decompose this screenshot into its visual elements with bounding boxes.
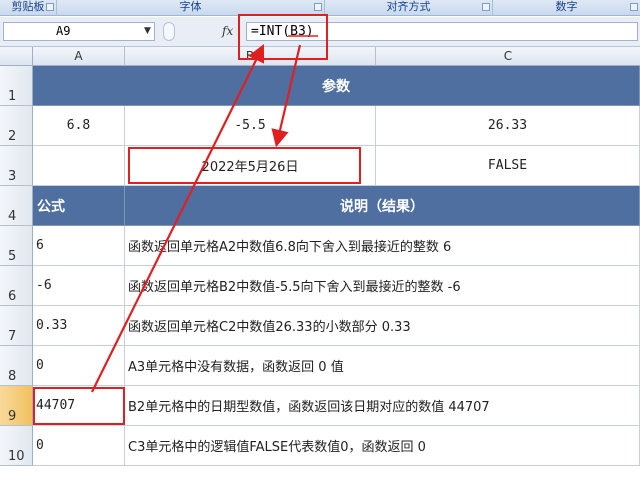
clipboard-dialog-launcher-icon[interactable] xyxy=(46,3,54,11)
cell-a9[interactable]: 44707 xyxy=(33,386,125,426)
row-header-10[interactable]: 10 xyxy=(0,426,33,466)
name-box-dropdown-icon[interactable]: ▼ xyxy=(144,26,151,36)
cell-a3[interactable] xyxy=(33,146,125,186)
description-header-cell[interactable]: 说明（结果） xyxy=(125,186,640,226)
alignment-dialog-launcher-icon[interactable] xyxy=(482,3,490,11)
cell-b2[interactable]: -5.5 xyxy=(125,106,376,146)
select-all-corner[interactable] xyxy=(0,47,33,66)
cell-a8[interactable]: 0 xyxy=(33,346,125,386)
cell-c2[interactable]: 26.33 xyxy=(376,106,640,146)
formula-bar: A9 ▼ fx =INT(B3) xyxy=(0,17,640,47)
ribbon-group-font: 字体 xyxy=(57,0,325,16)
name-box[interactable]: A9 xyxy=(3,22,155,41)
row-header-8[interactable]: 8 xyxy=(0,346,33,386)
font-dialog-launcher-icon[interactable] xyxy=(314,3,322,11)
number-dialog-launcher-icon[interactable] xyxy=(630,3,638,11)
column-header-b[interactable]: B xyxy=(125,47,376,66)
ribbon-group-alignment-label: 对齐方式 xyxy=(386,0,431,13)
cell-b7-description[interactable]: 函数返回单元格C2中数值26.33的小数部分 0.33 xyxy=(125,306,640,346)
formula-input[interactable]: =INT(B3) xyxy=(246,22,638,41)
cell-b6-description[interactable]: 函数返回单元格B2中数值-5.5向下舍入到最接近的整数 -6 xyxy=(125,266,640,306)
ribbon-group-clipboard: 剪贴板 xyxy=(0,0,57,16)
cell-b9-description[interactable]: B2单元格中的日期型数值，函数返回该日期对应的数值 44707 xyxy=(125,386,640,426)
ribbon-group-alignment: 对齐方式 xyxy=(325,0,493,16)
cell-a5[interactable]: 6 xyxy=(33,226,125,266)
insert-function-icon[interactable]: fx xyxy=(222,24,233,38)
ribbon-group-labels: 剪贴板 字体 对齐方式 数字 xyxy=(0,0,640,16)
cell-b5-description[interactable]: 函数返回单元格A2中数值6.8向下舍入到最接近的整数 6 xyxy=(125,226,640,266)
row-header-4[interactable]: 4 xyxy=(0,186,33,226)
cell-b10-description[interactable]: C3单元格中的逻辑值FALSE代表数值0，函数返回 0 xyxy=(125,426,640,466)
cell-a6[interactable]: -6 xyxy=(33,266,125,306)
row-header-6[interactable]: 6 xyxy=(0,266,33,306)
column-header-c[interactable]: C xyxy=(376,47,640,66)
row-header-3[interactable]: 3 xyxy=(0,146,33,186)
ribbon-group-number-label: 数字 xyxy=(555,0,578,13)
cell-a10[interactable]: 0 xyxy=(33,426,125,466)
ribbon-group-number: 数字 xyxy=(493,0,640,16)
row-header-1[interactable]: 1 xyxy=(0,66,33,106)
cell-b8-description[interactable]: A3单元格中没有数据，函数返回 0 值 xyxy=(125,346,640,386)
ribbon-group-clipboard-label: 剪贴板 xyxy=(11,0,45,13)
row-header-5[interactable]: 5 xyxy=(0,226,33,266)
formula-bar-resize-handle[interactable] xyxy=(163,22,175,41)
ribbon-group-font-label: 字体 xyxy=(179,0,202,13)
cell-c3[interactable]: FALSE xyxy=(376,146,640,186)
row-header-2[interactable]: 2 xyxy=(0,106,33,146)
row-header-9[interactable]: 9 xyxy=(0,386,33,426)
cell-b3[interactable]: 2022年5月26日 xyxy=(125,146,376,186)
column-header-a[interactable]: A xyxy=(33,47,125,66)
cell-a7[interactable]: 0.33 xyxy=(33,306,125,346)
params-header-cell[interactable]: 参数 xyxy=(33,66,640,106)
cell-a2[interactable]: 6.8 xyxy=(33,106,125,146)
formula-header-cell[interactable]: 公式 xyxy=(33,186,125,226)
row-header-7[interactable]: 7 xyxy=(0,306,33,346)
